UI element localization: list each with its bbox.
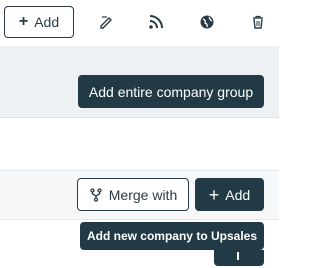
rss-icon[interactable] — [147, 13, 165, 31]
add-button[interactable]: + Add — [4, 6, 74, 38]
add-button-label: Add — [34, 14, 60, 30]
globe-icon[interactable] — [198, 13, 216, 31]
content-band — [0, 118, 279, 170]
add-company-tooltip: Add new company to Upsales — [80, 222, 264, 250]
merge-icon — [90, 187, 102, 202]
toolbar: + Add — [0, 0, 279, 46]
add-company-label: Add — [225, 186, 251, 203]
plus-icon: + — [208, 184, 220, 205]
merge-with-label: Merge with — [108, 186, 178, 203]
plus-icon: + — [18, 13, 29, 30]
add-group-tooltip: Add entire company group — [78, 75, 264, 108]
add-group-tooltip-text: Add entire company group — [88, 83, 254, 100]
add-company-button[interactable]: + Add — [195, 178, 264, 211]
trash-icon[interactable] — [249, 13, 267, 31]
add-company-tooltip-text: Add new company to Upsales — [86, 229, 258, 243]
tooltip-tail — [214, 250, 264, 266]
edit-icon[interactable] — [98, 13, 116, 31]
merge-with-button[interactable]: Merge with — [77, 178, 189, 211]
